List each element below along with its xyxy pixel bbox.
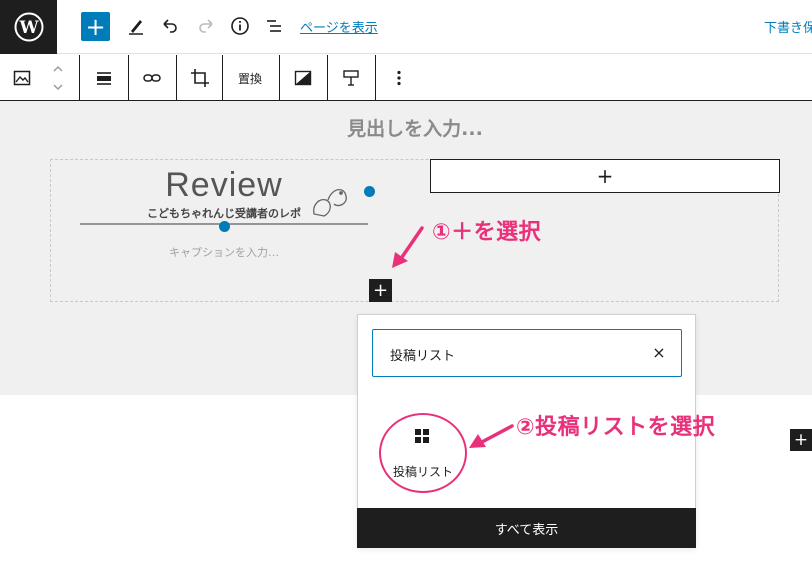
image-block[interactable]: Review こどもちゃれんじ受講者のレポ xyxy=(78,160,378,230)
block-type-button[interactable] xyxy=(10,66,34,90)
resize-handle-bottom[interactable] xyxy=(219,221,230,232)
tools-button[interactable] xyxy=(124,14,148,38)
side-block-appender[interactable]: + xyxy=(790,429,812,451)
toolbar-divider xyxy=(279,55,280,101)
toolbar-divider xyxy=(375,55,376,101)
block-result-query-loop[interactable] xyxy=(379,413,467,493)
align-icon xyxy=(97,72,111,85)
redo-button[interactable] xyxy=(194,14,218,38)
pencil-icon xyxy=(129,20,143,35)
move-block-controls[interactable] xyxy=(51,62,65,94)
logo-title: Review xyxy=(165,166,282,204)
view-page-link[interactable]: ページを表示 xyxy=(300,17,378,36)
annotation-arrow-2 xyxy=(469,424,514,448)
image-icon xyxy=(13,70,31,86)
block-result-label: 投稿リスト xyxy=(392,465,453,479)
wordpress-logo-icon: W xyxy=(14,12,43,42)
logo-subtitle: こどもちゃれんじ受講者のレポ xyxy=(147,206,301,220)
browse-all-button[interactable]: すべて表示 xyxy=(357,508,696,548)
info-icon xyxy=(231,17,249,35)
link-button[interactable] xyxy=(140,66,164,90)
resize-handle-right[interactable] xyxy=(364,186,375,197)
clear-search-button[interactable]: × xyxy=(650,342,668,362)
editor-top-bar xyxy=(0,0,812,54)
crop-button[interactable] xyxy=(188,66,212,90)
crop-icon xyxy=(191,69,209,87)
block-search-value: 投稿リスト xyxy=(390,349,456,364)
undo-button[interactable] xyxy=(158,14,182,38)
annotation-step-2: ②投稿リストを選択 xyxy=(516,415,716,440)
svg-text:W: W xyxy=(18,18,39,38)
inserter-toggle-button[interactable]: + xyxy=(369,279,392,302)
plus-icon: + xyxy=(85,12,106,41)
save-draft-button[interactable]: 下書き保存 xyxy=(764,17,812,36)
heading-placeholder[interactable]: 見出しを入力... xyxy=(0,114,812,141)
toolbar-divider xyxy=(176,55,177,101)
close-icon: × xyxy=(652,342,666,362)
text-over-image-button[interactable] xyxy=(339,66,363,90)
toolbar-divider xyxy=(327,55,328,101)
grid-icon xyxy=(415,429,429,443)
annotation-arrow-1 xyxy=(392,226,424,268)
align-button[interactable] xyxy=(92,66,116,90)
more-vertical-icon xyxy=(397,70,401,86)
toolbar-divider xyxy=(128,55,129,101)
toolbar-divider xyxy=(79,55,80,101)
more-options-button[interactable] xyxy=(387,66,411,90)
text-over-image-icon xyxy=(343,70,359,86)
replace-button[interactable]: 置換 xyxy=(238,70,262,87)
caption-placeholder[interactable]: キャプションを入力… xyxy=(50,244,398,260)
list-view-button[interactable] xyxy=(262,14,286,38)
duotone-icon xyxy=(294,70,312,86)
undo-icon xyxy=(163,19,177,33)
duotone-button[interactable] xyxy=(291,66,315,90)
wordpress-logo-button[interactable]: W xyxy=(0,0,57,54)
redo-icon xyxy=(199,19,213,33)
chevron-up-down-icon xyxy=(53,66,63,90)
list-view-icon xyxy=(267,20,281,32)
column-block-appender[interactable]: + xyxy=(430,159,780,193)
annotation-step-1: ①＋を選択 xyxy=(432,220,542,245)
review-logo-image: Review こどもちゃれんじ受講者のレポ xyxy=(80,166,368,225)
link-icon xyxy=(143,74,161,82)
details-button[interactable] xyxy=(228,14,252,38)
toolbar-divider xyxy=(222,55,223,101)
add-block-button[interactable]: + xyxy=(81,12,110,41)
